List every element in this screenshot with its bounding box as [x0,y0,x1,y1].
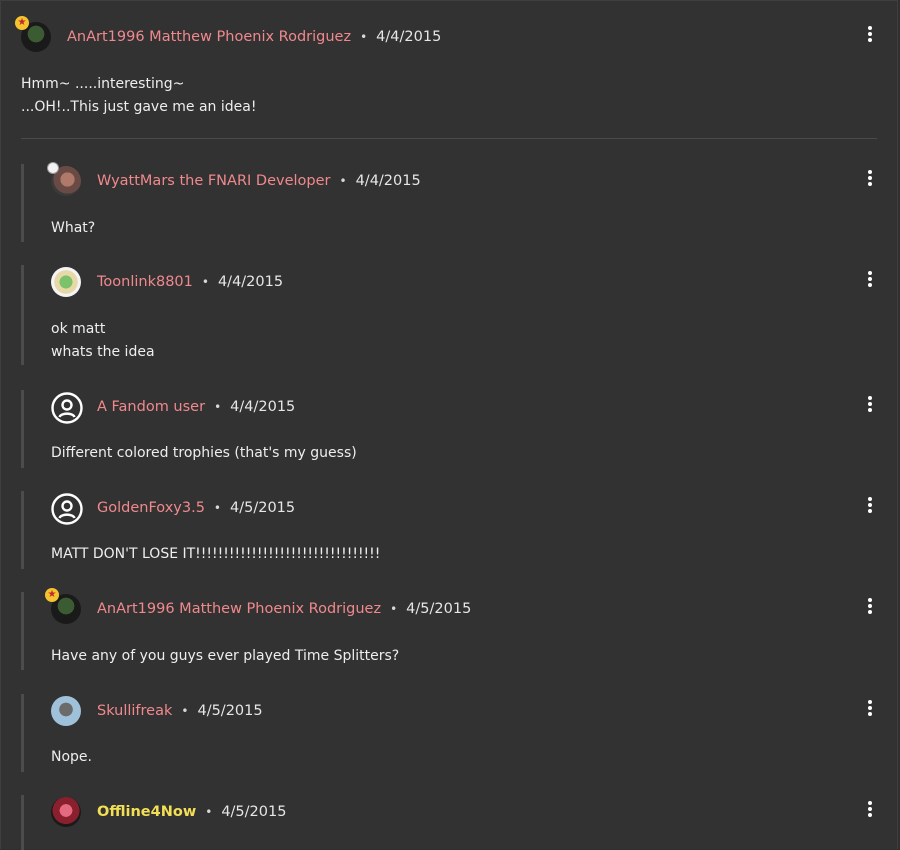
comment-header: GoldenFoxy3.5 • 4/5/2015 [51,491,295,525]
author-link[interactable]: Toonlink8801 [97,274,193,290]
more-options-icon[interactable] [865,394,875,414]
reply-indent-bar [21,592,24,670]
author-link[interactable]: Offline4Now [97,804,196,820]
comment-body: ok matt whats the idea [51,318,155,364]
more-options-icon[interactable] [865,24,875,44]
comment-date: 4/4/2015 [355,173,421,189]
reply-indent-bar [21,491,24,569]
avatar[interactable] [51,267,81,297]
comment-thread: ★ AnArt1996 Matthew Phoenix Rodriguez • … [0,0,898,850]
more-options-icon[interactable] [865,168,875,188]
comment-date: 4/5/2015 [230,500,296,516]
comment-line: Nope. [51,749,92,765]
comment-date: 4/5/2015 [197,703,263,719]
comment-body: What? [51,217,95,240]
author-link[interactable]: Skullifreak [97,703,172,719]
comment-header: Skullifreak • 4/5/2015 [51,694,263,728]
avatar[interactable]: ★ [15,16,51,52]
author-link[interactable]: AnArt1996 Matthew Phoenix Rodriguez [67,29,351,45]
comment-date: 4/4/2015 [217,274,284,290]
comment-body: Hmm~ .....interesting~ ...OH!..This just… [21,73,256,119]
avatar[interactable] [51,797,81,827]
separator: • [213,501,221,515]
avatar[interactable] [47,162,81,196]
comment-header: Toonlink8801 • 4/4/2015 [51,265,283,299]
comment-header: A Fandom user • 4/4/2015 [51,390,295,424]
author-link[interactable]: WyattMars the FNARI Developer [97,173,331,189]
comment-body: Nope. [51,746,92,769]
reply-indent-bar [21,795,24,850]
reply-indent-bar [21,265,24,365]
comment-date: 4/5/2015 [221,804,287,820]
comment-line: Have any of you guys ever played Time Sp… [51,648,400,664]
comment-header: Offline4Now • 4/5/2015 [51,795,286,829]
comment-line: ...OH!..This just gave me an idea! [21,99,257,115]
more-options-icon[interactable] [865,698,875,718]
comment-header: ★ AnArt1996 Matthew Phoenix Rodriguez • … [45,588,472,626]
reply-indent-bar [21,390,24,468]
star-badge-icon: ★ [45,588,59,602]
comment-line: Hmm~ .....interesting~ [21,76,185,92]
separator: • [201,275,209,289]
reply-indent-bar [21,694,24,772]
separator: • [181,704,189,718]
more-options-icon[interactable] [865,596,875,616]
separator: • [390,602,398,616]
more-options-icon[interactable] [865,495,875,515]
author-link[interactable]: A Fandom user [97,399,205,415]
comment-body: Have any of you guys ever played Time Sp… [51,645,399,668]
separator: • [214,400,222,414]
anonymous-user-icon[interactable] [51,392,83,424]
avatar[interactable]: ★ [45,588,81,624]
reply-indent-bar [21,164,24,242]
comment-body: MATT DON'T LOSE IT!!!!!!!!!!!!!!!!!!!!!!… [51,543,380,566]
separator: • [339,174,347,188]
author-link[interactable]: AnArt1996 Matthew Phoenix Rodriguez [97,601,381,617]
comment-line: What? [51,220,96,236]
author-link[interactable]: GoldenFoxy3.5 [97,500,205,516]
comment-line: whats the idea [51,344,155,360]
divider [21,138,877,139]
comment-date: 4/4/2015 [376,29,442,45]
status-badge-icon [47,162,59,174]
comment-line: Different colored trophies (that's my gu… [51,445,357,461]
comment-header: WyattMars the FNARI Developer • 4/4/2015 [47,162,421,198]
more-options-icon[interactable] [865,269,875,289]
comment-line: MATT DON'T LOSE IT!!!!!!!!!!!!!!!!!!!!!!… [51,546,381,562]
more-options-icon[interactable] [865,799,875,819]
anonymous-user-icon[interactable] [51,493,83,525]
separator: • [360,30,368,44]
star-badge-icon: ★ [15,16,29,30]
avatar[interactable] [51,696,81,726]
separator: • [205,805,213,819]
comment-line: ok matt [51,321,106,337]
comment-body: Different colored trophies (that's my gu… [51,442,357,465]
comment-date: 4/4/2015 [230,399,296,415]
comment-header: ★ AnArt1996 Matthew Phoenix Rodriguez • … [15,16,442,54]
comment-date: 4/5/2015 [406,601,472,617]
